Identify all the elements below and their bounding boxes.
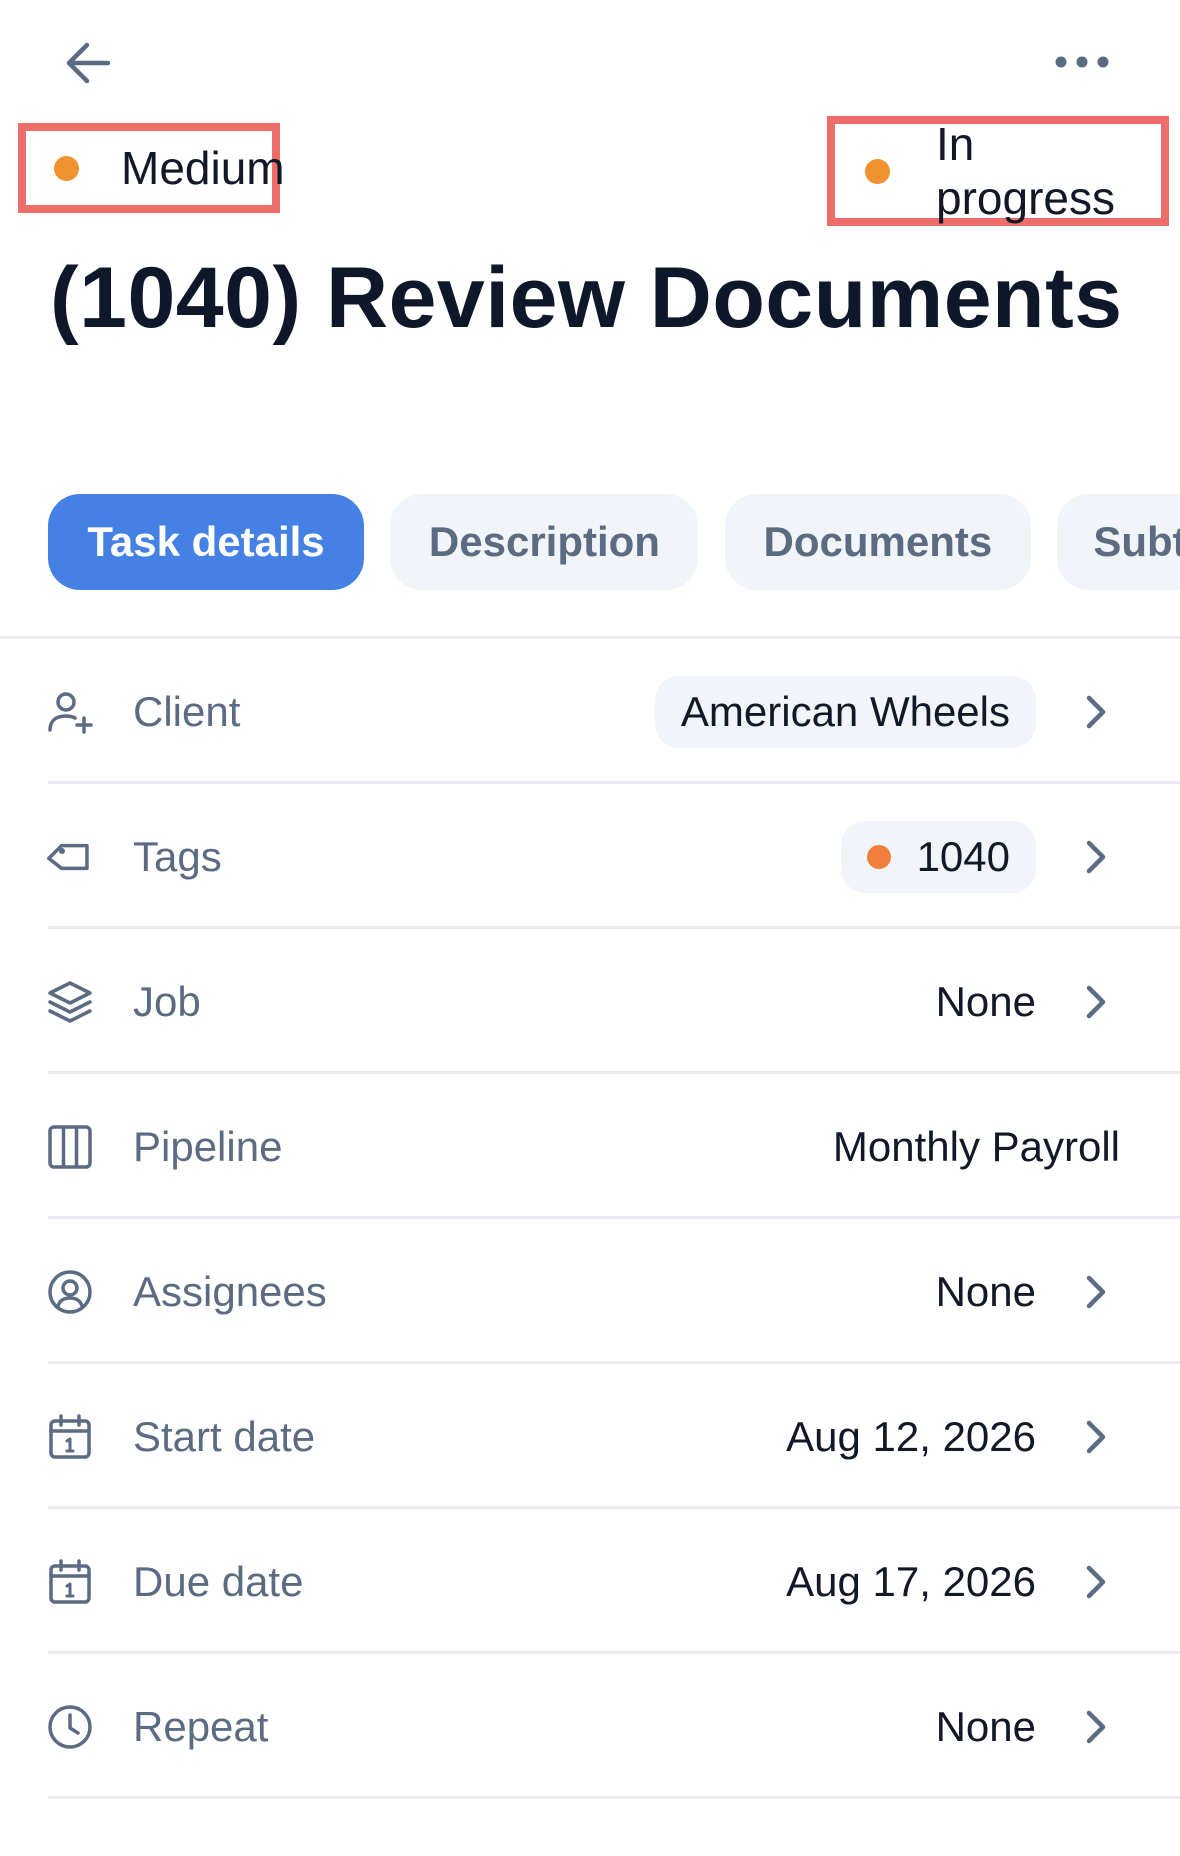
priority-dot xyxy=(54,155,79,181)
pipeline-row: Pipeline Monthly Payroll xyxy=(0,1074,1180,1219)
calendar-icon xyxy=(49,1413,91,1459)
start-date-label: Start date xyxy=(133,1412,316,1460)
task-details-list: Client American Wheels Tags 1040 Job Non… xyxy=(0,639,1180,1799)
assignees-value: None xyxy=(935,1267,1036,1315)
client-chip[interactable]: American Wheels xyxy=(654,675,1036,748)
tag-chip[interactable]: 1040 xyxy=(840,820,1036,893)
tags-label: Tags xyxy=(133,832,222,880)
chevron-right-icon xyxy=(1072,978,1120,1026)
assignees-label: Assignees xyxy=(133,1267,327,1315)
clock-icon xyxy=(48,1704,92,1749)
job-row[interactable]: Job None xyxy=(0,929,1180,1074)
user-plus-icon xyxy=(48,691,93,734)
chevron-right-icon xyxy=(1072,1703,1120,1751)
columns-icon xyxy=(48,1124,92,1169)
pipeline-value: Monthly Payroll xyxy=(832,1122,1120,1170)
chevron-right-icon xyxy=(1072,1413,1120,1461)
pipeline-label: Pipeline xyxy=(133,1122,283,1170)
tab-subtasks[interactable]: Subt xyxy=(1057,494,1180,590)
priority-label: Medium xyxy=(121,142,285,194)
task-title: (1040) Review Documents xyxy=(50,250,1123,346)
calendar-icon xyxy=(49,1558,91,1604)
job-value: None xyxy=(935,977,1036,1025)
tags-row[interactable]: Tags 1040 xyxy=(0,784,1180,929)
tag-icon xyxy=(47,843,89,870)
arrow-left-icon xyxy=(66,42,111,84)
back-button[interactable] xyxy=(52,30,124,96)
tag-color-dot xyxy=(866,844,891,869)
due-date-value: Aug 17, 2026 xyxy=(786,1557,1036,1605)
chevron-right-icon xyxy=(1072,1268,1120,1316)
repeat-row[interactable]: Repeat None xyxy=(0,1654,1180,1799)
status-badge[interactable]: In progress xyxy=(827,116,1169,226)
tab-task-details[interactable]: Task details xyxy=(48,494,364,590)
client-value: American Wheels xyxy=(680,687,1010,735)
tab-bar: Task details Description Documents Subt xyxy=(48,494,1180,590)
chevron-right-icon xyxy=(1072,1558,1120,1606)
priority-badge[interactable]: Medium xyxy=(18,123,285,213)
more-options-button[interactable] xyxy=(1042,36,1122,88)
repeat-label: Repeat xyxy=(133,1702,269,1750)
more-horizontal-icon xyxy=(1055,56,1109,68)
status-dot xyxy=(865,158,890,184)
client-label: Client xyxy=(133,687,241,735)
status-label: In progress xyxy=(936,118,1115,224)
client-row[interactable]: Client American Wheels xyxy=(0,639,1180,784)
tag-value: 1040 xyxy=(916,832,1010,880)
assignees-row[interactable]: Assignees None xyxy=(0,1219,1180,1364)
chevron-right-icon xyxy=(1072,833,1120,881)
user-circle-icon xyxy=(48,1269,92,1314)
top-bar xyxy=(0,0,1180,120)
job-label: Job xyxy=(133,977,201,1025)
chevron-right-icon xyxy=(1072,688,1120,736)
start-date-row[interactable]: Start date Aug 12, 2026 xyxy=(0,1364,1180,1509)
due-date-row[interactable]: Due date Aug 17, 2026 xyxy=(0,1509,1180,1654)
start-date-value: Aug 12, 2026 xyxy=(786,1412,1036,1460)
layers-icon xyxy=(48,980,92,1023)
repeat-value: None xyxy=(935,1702,1036,1750)
due-date-label: Due date xyxy=(133,1557,304,1605)
tab-documents[interactable]: Documents xyxy=(724,494,1031,590)
tab-description[interactable]: Description xyxy=(390,494,699,590)
